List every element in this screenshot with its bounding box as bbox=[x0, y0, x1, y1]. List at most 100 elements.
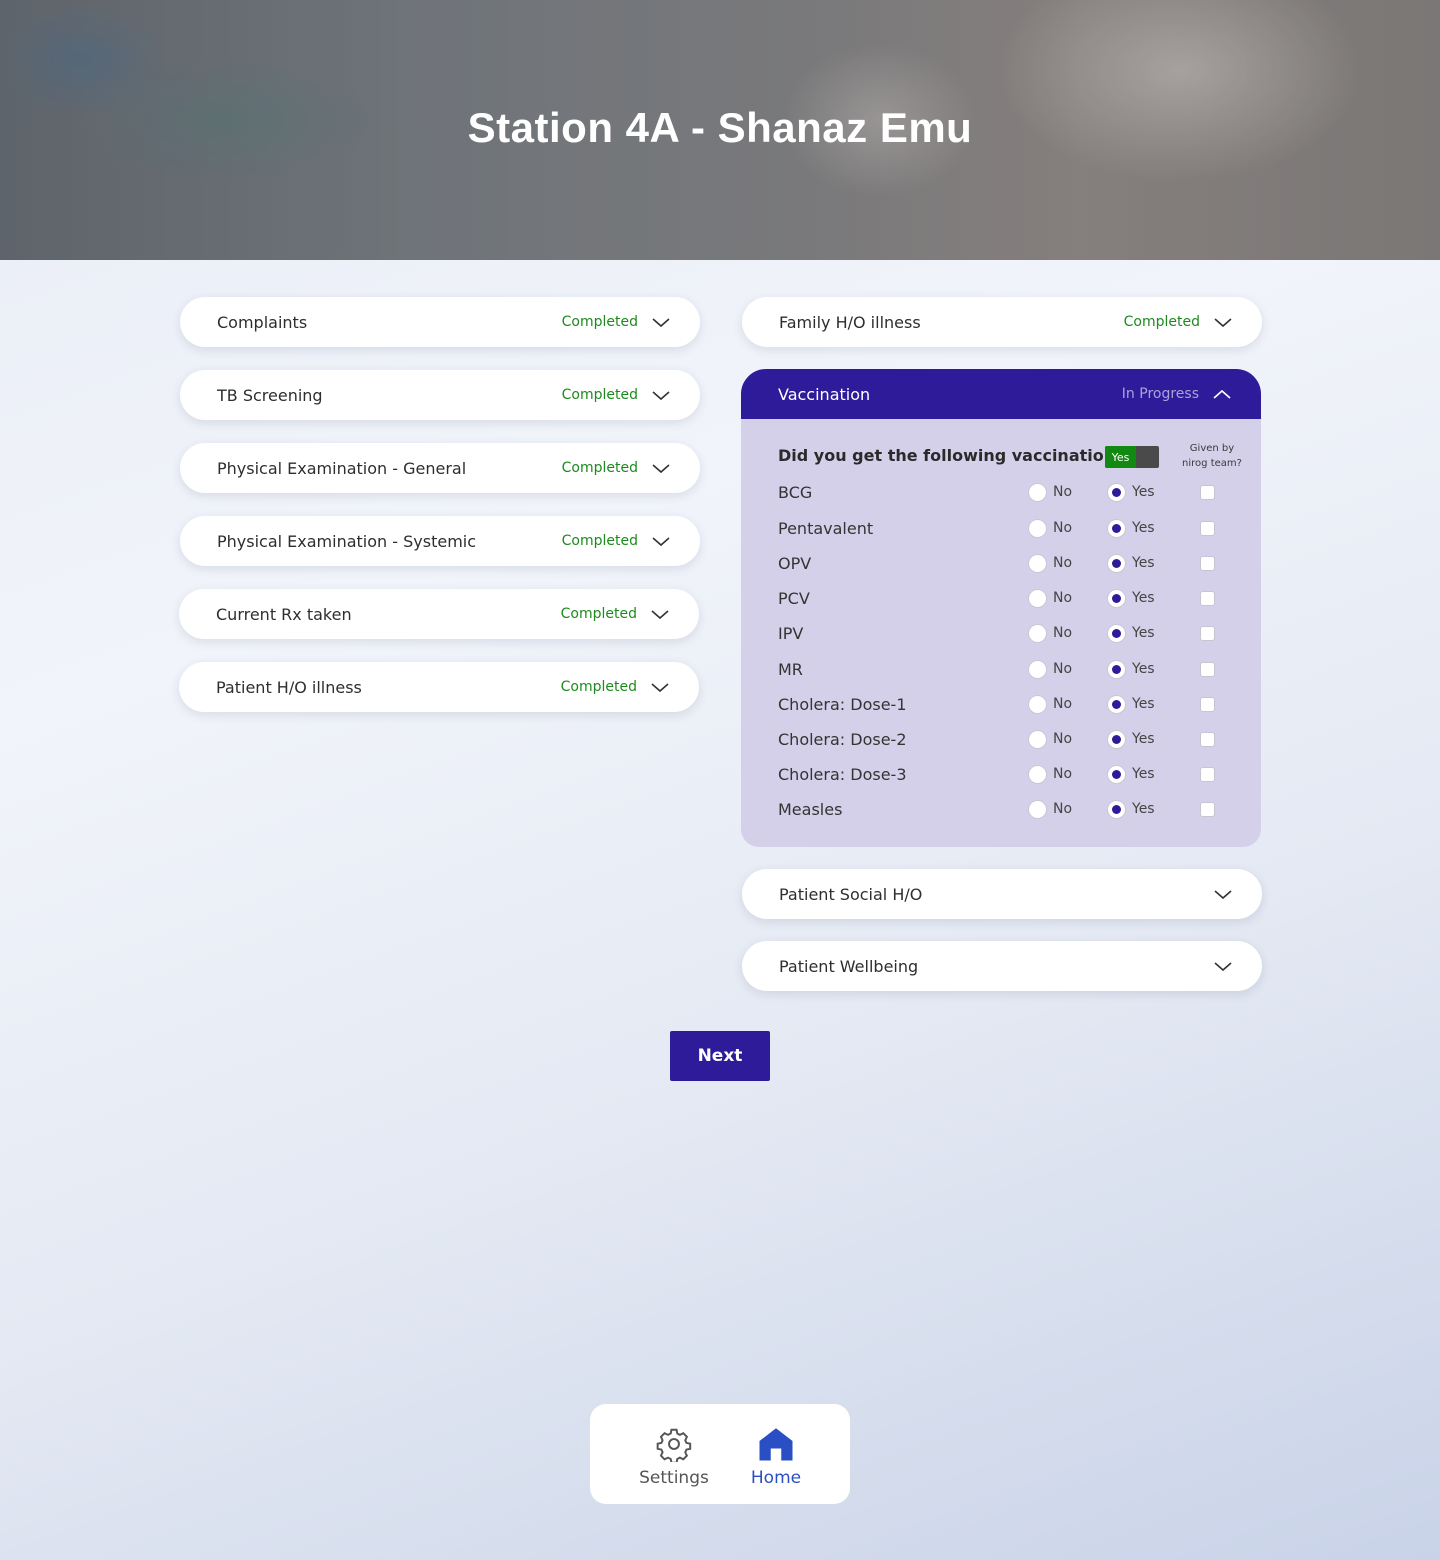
radio-yes-label: Yes bbox=[1132, 484, 1155, 500]
radio-yes-label: Yes bbox=[1132, 801, 1155, 817]
status-badge: Completed bbox=[560, 606, 637, 622]
given-by-team-checkbox[interactable] bbox=[1200, 485, 1215, 500]
vaccine-name: MR bbox=[778, 660, 803, 679]
radio-no-label: No bbox=[1053, 625, 1073, 641]
gear-icon bbox=[656, 1428, 692, 1464]
section-label: Physical Examination - Systemic bbox=[217, 531, 477, 551]
radio-no-label: No bbox=[1053, 696, 1073, 712]
given-by-team-header: Given by nirog team? bbox=[1182, 443, 1242, 469]
radio-no-label: No bbox=[1053, 766, 1073, 782]
radio-yes-label: Yes bbox=[1132, 555, 1155, 571]
radio-no-label: No bbox=[1053, 590, 1073, 606]
section-label: TB Screening bbox=[217, 385, 323, 405]
chevron-down-icon bbox=[1214, 890, 1232, 900]
radio-yes[interactable] bbox=[1107, 660, 1126, 679]
vaccine-name: Cholera: Dose-3 bbox=[778, 765, 907, 784]
radio-no-label: No bbox=[1053, 801, 1073, 817]
vaccine-name: Cholera: Dose-1 bbox=[778, 695, 907, 714]
given-by-team-checkbox[interactable] bbox=[1200, 802, 1215, 817]
vaccination-question: Did you get the following vaccinations? bbox=[778, 446, 1134, 465]
chevron-up-icon bbox=[1213, 389, 1231, 399]
vaccination-row: Pentavalent No Yes bbox=[778, 517, 1248, 541]
radio-no-label: No bbox=[1053, 520, 1073, 536]
given-by-team-checkbox[interactable] bbox=[1200, 521, 1215, 536]
radio-yes[interactable] bbox=[1107, 483, 1126, 502]
radio-no[interactable] bbox=[1028, 730, 1047, 749]
nav-home[interactable]: Home bbox=[731, 1426, 821, 1488]
radio-no-label: No bbox=[1053, 661, 1073, 677]
chevron-down-icon bbox=[1214, 318, 1232, 328]
given-by-team-checkbox[interactable] bbox=[1200, 732, 1215, 747]
section-current-rx[interactable]: Current Rx taken Completed bbox=[179, 589, 699, 639]
chevron-down-icon bbox=[652, 464, 670, 474]
radio-yes[interactable] bbox=[1107, 624, 1126, 643]
radio-no[interactable] bbox=[1028, 695, 1047, 714]
vaccination-row: OPV No Yes bbox=[778, 552, 1248, 576]
radio-no[interactable] bbox=[1028, 554, 1047, 573]
radio-no[interactable] bbox=[1028, 765, 1047, 784]
section-label: Family H/O illness bbox=[779, 312, 921, 332]
section-patient-illness[interactable]: Patient H/O illness Completed bbox=[179, 662, 699, 712]
section-physical-systemic[interactable]: Physical Examination - Systemic Complete… bbox=[180, 516, 700, 566]
section-wellbeing[interactable]: Patient Wellbeing bbox=[742, 941, 1262, 991]
vaccination-row: Cholera: Dose-3 No Yes bbox=[778, 763, 1248, 787]
vaccine-name: PCV bbox=[778, 589, 810, 608]
radio-yes[interactable] bbox=[1107, 695, 1126, 714]
header-banner: Station 4A - Shanaz Emu bbox=[0, 0, 1440, 260]
radio-yes-label: Yes bbox=[1132, 766, 1155, 782]
next-button[interactable]: Next bbox=[670, 1031, 770, 1081]
toggle-label: Yes bbox=[1105, 446, 1136, 468]
radio-yes[interactable] bbox=[1107, 519, 1126, 538]
radio-no[interactable] bbox=[1028, 519, 1047, 538]
section-tb-screening[interactable]: TB Screening Completed bbox=[180, 370, 700, 420]
radio-no[interactable] bbox=[1028, 483, 1047, 502]
section-family-illness[interactable]: Family H/O illness Completed bbox=[742, 297, 1262, 347]
radio-no[interactable] bbox=[1028, 589, 1047, 608]
section-label: Current Rx taken bbox=[216, 604, 352, 624]
radio-no[interactable] bbox=[1028, 800, 1047, 819]
vaccine-name: Measles bbox=[778, 800, 843, 819]
nav-settings[interactable]: Settings bbox=[629, 1426, 719, 1488]
radio-yes[interactable] bbox=[1107, 730, 1126, 749]
status-badge: Completed bbox=[561, 314, 638, 330]
radio-no-label: No bbox=[1053, 484, 1073, 500]
given-by-team-checkbox[interactable] bbox=[1200, 662, 1215, 677]
radio-yes-label: Yes bbox=[1132, 590, 1155, 606]
radio-yes[interactable] bbox=[1107, 589, 1126, 608]
vaccination-row: Measles No Yes bbox=[778, 798, 1248, 822]
chevron-down-icon bbox=[652, 537, 670, 547]
status-badge: Completed bbox=[1123, 314, 1200, 330]
radio-no[interactable] bbox=[1028, 660, 1047, 679]
given-by-team-checkbox[interactable] bbox=[1200, 591, 1215, 606]
status-badge: Completed bbox=[561, 460, 638, 476]
vaccination-toggle[interactable]: Yes bbox=[1105, 446, 1159, 468]
status-badge: Completed bbox=[561, 533, 638, 549]
section-label: Patient H/O illness bbox=[216, 677, 362, 697]
given-by-team-checkbox[interactable] bbox=[1200, 626, 1215, 641]
radio-no[interactable] bbox=[1028, 624, 1047, 643]
vaccination-row: PCV No Yes bbox=[778, 587, 1248, 611]
section-complaints[interactable]: Complaints Completed bbox=[180, 297, 700, 347]
section-social-history[interactable]: Patient Social H/O bbox=[742, 869, 1262, 919]
radio-yes[interactable] bbox=[1107, 765, 1126, 784]
radio-no-label: No bbox=[1053, 731, 1073, 747]
vaccination-row: Cholera: Dose-1 No Yes bbox=[778, 693, 1248, 717]
section-label: Complaints bbox=[217, 312, 308, 332]
section-physical-general[interactable]: Physical Examination - General Completed bbox=[180, 443, 700, 493]
vaccine-name: IPV bbox=[778, 624, 804, 643]
radio-yes[interactable] bbox=[1107, 554, 1126, 573]
vaccine-name: Pentavalent bbox=[778, 519, 874, 538]
section-vaccination[interactable]: Vaccination In Progress bbox=[741, 369, 1261, 419]
status-badge: Completed bbox=[561, 387, 638, 403]
home-icon bbox=[759, 1428, 793, 1461]
vaccination-row: IPV No Yes bbox=[778, 622, 1248, 646]
given-by-team-checkbox[interactable] bbox=[1200, 556, 1215, 571]
given-by-team-checkbox[interactable] bbox=[1200, 697, 1215, 712]
chevron-down-icon bbox=[652, 391, 670, 401]
given-by-team-checkbox[interactable] bbox=[1200, 767, 1215, 782]
page-title: Station 4A - Shanaz Emu bbox=[467, 104, 973, 151]
vaccination-row: BCG No Yes bbox=[778, 481, 1248, 505]
vaccine-name: OPV bbox=[778, 554, 812, 573]
section-label: Patient Social H/O bbox=[779, 884, 923, 904]
radio-yes[interactable] bbox=[1107, 800, 1126, 819]
